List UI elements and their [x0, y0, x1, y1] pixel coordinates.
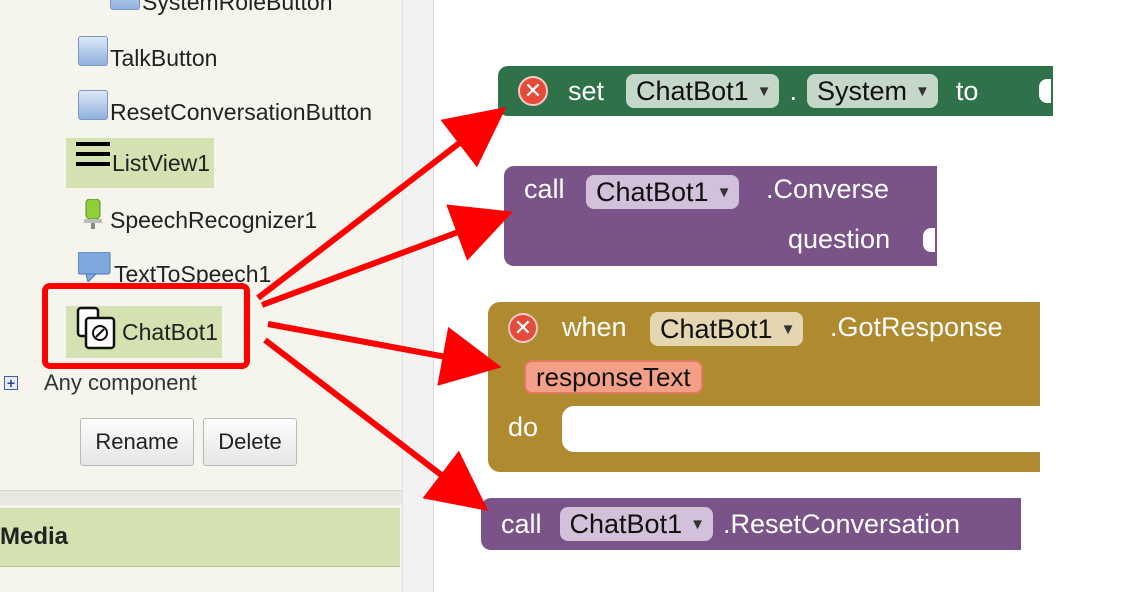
panel-scrollbar[interactable] — [402, 0, 434, 592]
listview-icon — [76, 142, 110, 172]
dot-separator: . — [789, 75, 797, 106]
component-dropdown[interactable]: ChatBot1 ▼ — [559, 507, 713, 541]
call-keyword: call — [524, 174, 565, 204]
chatbot-highlight-box — [42, 283, 250, 369]
responsetext-parameter[interactable]: responseText — [524, 360, 703, 394]
call-keyword: call — [501, 508, 542, 539]
method-name: .ResetConversation — [722, 508, 961, 539]
any-component-node[interactable]: + Any component — [0, 368, 197, 398]
when-gotresponse-block[interactable]: ✕ when ChatBot1 ▼ .GotResponse responseT… — [488, 302, 1042, 472]
chevron-down-icon: ▼ — [756, 82, 772, 100]
error-icon[interactable]: ✕ — [508, 313, 538, 343]
rename-button[interactable]: Rename — [80, 418, 194, 466]
tree-item-speechrecognizer1[interactable]: SpeechRecognizer1 — [78, 196, 317, 244]
value-socket[interactable] — [1039, 79, 1051, 103]
tree-item-talkbutton[interactable]: TalkButton — [78, 34, 217, 82]
question-param-label: question — [788, 224, 891, 254]
speech-recognizer-icon — [78, 198, 108, 229]
question-socket[interactable] — [923, 228, 935, 252]
text-to-speech-icon — [77, 251, 112, 283]
tree-item-systemrolebutton[interactable]: SystemRoleButton — [110, 0, 332, 26]
button-icon — [78, 90, 108, 120]
component-dropdown-value: ChatBot1 — [596, 176, 709, 207]
tree-item-label: TalkButton — [110, 44, 218, 71]
event-name: .GotResponse — [830, 312, 1003, 342]
button-icon — [110, 0, 140, 10]
panel-divider — [0, 490, 402, 505]
component-dropdown[interactable]: ChatBot1 ▼ — [586, 175, 740, 209]
component-dropdown-value: ChatBot1 — [636, 75, 749, 106]
component-dropdown-value: ChatBot1 — [569, 508, 683, 539]
tree-item-label: ResetConversationButton — [110, 98, 373, 125]
property-dropdown[interactable]: System ▼ — [806, 74, 938, 108]
component-dropdown-value: ChatBot1 — [660, 313, 773, 344]
chevron-down-icon: ▼ — [915, 82, 930, 100]
tree-item-label: SystemRoleButton — [142, 0, 333, 15]
method-name: .Converse — [766, 174, 890, 204]
do-keyword: do — [508, 412, 539, 442]
when-keyword: when — [562, 312, 627, 342]
tree-item-label: ListView1 — [112, 149, 211, 176]
property-dropdown-value: System — [816, 75, 908, 106]
tree-item-listview1[interactable]: ListView1 — [66, 138, 215, 188]
any-component-label: Any component — [44, 370, 197, 395]
delete-button[interactable]: Delete — [203, 418, 297, 466]
media-title: Media — [0, 523, 69, 550]
set-chatbot-system-block[interactable]: ✕ set ChatBot1 ▼ . System ▼ to — [498, 66, 1053, 116]
set-keyword: set — [568, 75, 605, 106]
chevron-down-icon: ▼ — [780, 320, 796, 338]
chevron-down-icon: ▼ — [690, 515, 705, 533]
call-resetconversation-block[interactable]: call ChatBot1 ▼ .ResetConversation — [481, 498, 1021, 550]
call-converse-block[interactable]: call ChatBot1 ▼ .Converse question — [504, 166, 937, 266]
do-statement-slot[interactable] — [562, 406, 1042, 452]
component-dropdown[interactable]: ChatBot1 ▼ — [650, 312, 804, 346]
tree-item-label: SpeechRecognizer1 — [110, 206, 318, 233]
tree-item-resetconversationbutton[interactable]: ResetConversationButton — [78, 88, 372, 136]
component-dropdown[interactable]: ChatBot1 ▼ — [626, 74, 780, 108]
button-icon — [78, 36, 108, 66]
chevron-down-icon: ▼ — [716, 183, 732, 201]
error-icon[interactable]: ✕ — [518, 76, 548, 106]
expand-plus-icon[interactable]: + — [4, 376, 18, 390]
to-keyword: to — [955, 75, 979, 106]
media-section-header[interactable]: Media — [0, 508, 400, 567]
